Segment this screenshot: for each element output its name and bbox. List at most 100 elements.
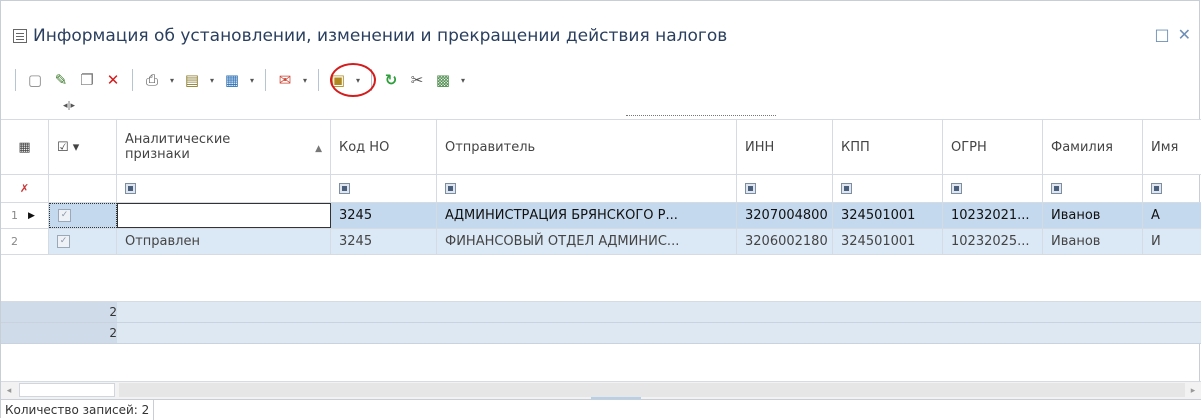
scroll-right-icon[interactable]: ▸ xyxy=(1185,382,1201,399)
window-title: Информация об установлении, изменении и … xyxy=(33,26,728,46)
table-icon[interactable]: ▩ xyxy=(432,69,454,91)
export-dropdown-arrow[interactable]: ▾ xyxy=(207,76,217,85)
settings-icon[interactable]: ✂ xyxy=(406,69,428,91)
highlight-circle xyxy=(330,63,376,97)
restore-button[interactable]: □ xyxy=(1154,25,1169,44)
separator xyxy=(265,69,266,91)
cell-kpp[interactable]: 324501001 xyxy=(833,203,943,228)
sort-asc-icon: ▲ xyxy=(315,144,322,154)
row-number: 1 xyxy=(11,209,18,222)
cell-sender[interactable]: ФИНАНСОВЫЙ ОТДЕЛ АДМИНИС... xyxy=(437,229,737,254)
filter-attrs[interactable] xyxy=(117,174,331,202)
row-indicator[interactable]: 1 ▶ xyxy=(1,203,49,228)
toolbar-grip xyxy=(15,69,16,91)
row-indicator[interactable]: 2 xyxy=(1,229,49,254)
new-icon[interactable]: ▢ xyxy=(24,69,46,91)
column-chooser-icon[interactable]: ▦ xyxy=(1,120,49,174)
row-number: 2 xyxy=(11,235,18,248)
export-icon[interactable]: ▤ xyxy=(181,69,203,91)
cell-attrs[interactable] xyxy=(117,203,331,228)
header-kpp[interactable]: КПП xyxy=(833,120,943,174)
total-summary-row: 2 xyxy=(1,323,1201,344)
header-ogrn[interactable]: ОГРН xyxy=(943,120,1043,174)
empty-area xyxy=(1,255,1201,302)
scroll-frozen-area xyxy=(19,383,115,397)
cell-sender[interactable]: АДМИНИСТРАЦИЯ БРЯНСКОГО Р... xyxy=(437,203,737,228)
close-button[interactable]: ✕ xyxy=(1178,25,1191,44)
table-row[interactable]: 2 ✓ Отправлен 3245 ФИНАНСОВЫЙ ОТДЕЛ АДМИ… xyxy=(1,229,1201,255)
filter-row: ✗ xyxy=(1,174,1201,203)
table-row[interactable]: 1 ▶ ✓ 3245 АДМИНИСТРАЦИЯ БРЯНСКОГО Р... … xyxy=(1,203,1201,229)
header-select[interactable]: ☑ ▾ xyxy=(49,120,117,174)
filter-select[interactable] xyxy=(49,174,117,202)
summary-count: 2 xyxy=(109,326,117,340)
row-checkbox-cell[interactable]: ✓ xyxy=(49,203,117,228)
copy-icon[interactable]: ❐ xyxy=(76,69,98,91)
header-surname[interactable]: Фамилия xyxy=(1043,120,1143,174)
cell-attrs[interactable]: Отправлен xyxy=(117,229,331,254)
toolbar-collapse-icon[interactable]: ◂|▸ xyxy=(63,101,75,111)
filter-icon xyxy=(1151,182,1162,194)
header-name[interactable]: Имя xyxy=(1143,120,1201,174)
table-dropdown-arrow[interactable]: ▾ xyxy=(458,76,468,85)
header-sender[interactable]: Отправитель xyxy=(437,120,737,174)
header-inn[interactable]: ИНН xyxy=(737,120,833,174)
filter-inn[interactable] xyxy=(737,174,833,202)
filter-ogrn[interactable] xyxy=(943,174,1043,202)
current-row-icon: ▶ xyxy=(28,210,35,221)
separator xyxy=(132,69,133,91)
import-icon[interactable]: ▦ xyxy=(221,69,243,91)
edit-icon[interactable]: ✎ xyxy=(50,69,72,91)
cell-kod-no[interactable]: 3245 xyxy=(331,203,437,228)
send-icon[interactable]: ✉ xyxy=(274,69,296,91)
filter-icon xyxy=(445,182,456,194)
scroll-thumb[interactable] xyxy=(119,383,1185,397)
cell-surname[interactable]: Иванов xyxy=(1043,203,1143,228)
delete-icon[interactable]: ✕ xyxy=(102,69,124,91)
scroll-left-icon[interactable]: ◂ xyxy=(1,382,17,399)
refresh-icon[interactable]: ↻ xyxy=(380,69,402,91)
filter-kpp[interactable] xyxy=(833,174,943,202)
grid-header: ▦ ☑ ▾ Аналитические признаки ▲ Код НО От… xyxy=(1,119,1201,175)
filter-surname[interactable] xyxy=(1043,174,1143,202)
cell-kod-no[interactable]: 3245 xyxy=(331,229,437,254)
title-bar: Информация об установлении, изменении и … xyxy=(13,23,727,49)
toolbar: ▢ ✎ ❐ ✕ ⎙ ▾ ▤ ▾ ▦ ▾ ✉ ▾ ▣ ▾ ↻ ✂ ▩ ▾ xyxy=(11,65,468,95)
separator xyxy=(318,69,319,91)
filter-icon xyxy=(841,182,852,194)
row-checkbox-cell[interactable]: ✓ xyxy=(49,229,117,254)
filter-name[interactable] xyxy=(1143,174,1201,202)
header-attrs[interactable]: Аналитические признаки ▲ xyxy=(117,120,331,174)
filter-icon xyxy=(745,182,756,194)
cell-name[interactable]: И xyxy=(1143,229,1201,254)
group-summary-row: 2 xyxy=(1,302,1201,323)
filter-icon xyxy=(1051,182,1062,194)
header-attrs-label: Аналитические признаки xyxy=(125,132,231,162)
cell-kpp[interactable]: 324501001 xyxy=(833,229,943,254)
filter-kod-no[interactable] xyxy=(331,174,437,202)
document-icon xyxy=(13,29,27,43)
print-dropdown-arrow[interactable]: ▾ xyxy=(167,76,177,85)
main-window: Информация об установлении, изменении и … xyxy=(0,0,1201,420)
import-dropdown-arrow[interactable]: ▾ xyxy=(247,76,257,85)
cell-ogrn[interactable]: 10232021... xyxy=(943,203,1043,228)
clear-filter-icon[interactable]: ✗ xyxy=(1,174,49,202)
group-drop-area[interactable] xyxy=(626,107,776,116)
cell-surname[interactable]: Иванов xyxy=(1043,229,1143,254)
cell-ogrn[interactable]: 10232025... xyxy=(943,229,1043,254)
summary-count: 2 xyxy=(109,305,117,319)
cell-inn[interactable]: 3206002180 xyxy=(737,229,833,254)
cell-inn[interactable]: 3207004800 xyxy=(737,203,833,228)
row-checkbox[interactable]: ✓ xyxy=(58,209,71,222)
filter-icon xyxy=(951,182,962,194)
filter-sender[interactable] xyxy=(437,174,737,202)
row-checkbox[interactable]: ✓ xyxy=(57,235,70,248)
send-dropdown-arrow[interactable]: ▾ xyxy=(300,76,310,85)
print-icon[interactable]: ⎙ xyxy=(141,69,163,91)
header-kod-no[interactable]: Код НО xyxy=(331,120,437,174)
status-bar: Количество записей: 2 xyxy=(1,399,1201,420)
cell-name[interactable]: А xyxy=(1143,203,1201,228)
filter-icon xyxy=(339,182,350,194)
window-controls: □ ✕ xyxy=(1154,25,1191,44)
filter-icon xyxy=(125,182,136,194)
